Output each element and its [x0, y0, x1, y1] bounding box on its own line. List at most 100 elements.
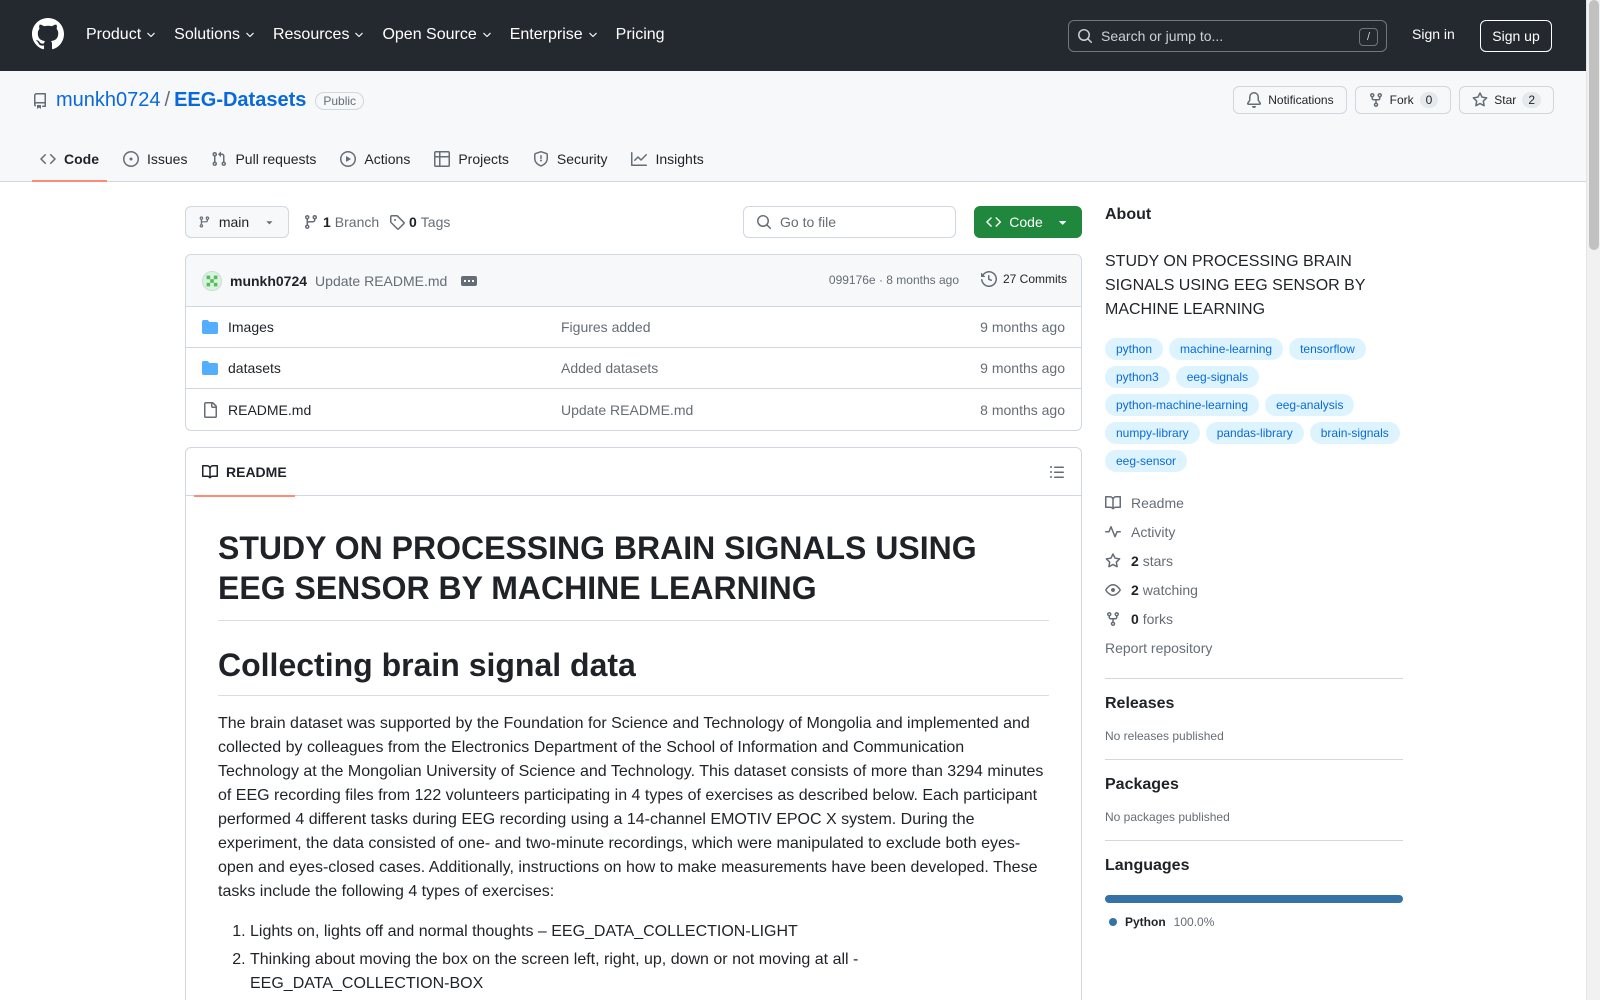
language-item-python[interactable]: Python 100.0%: [1105, 915, 1403, 929]
packages-empty-text: No packages published: [1105, 810, 1230, 824]
file-name-link[interactable]: datasets: [228, 360, 281, 376]
packages-heading[interactable]: Packages: [1105, 776, 1403, 794]
tab-label: Code: [64, 150, 99, 167]
readme-tab[interactable]: README: [194, 448, 295, 497]
github-logo-icon[interactable]: [32, 18, 64, 50]
branch-name: main: [218, 214, 250, 230]
topic-tag[interactable]: numpy-library: [1105, 422, 1200, 444]
commits-history-link[interactable]: 27 Commits: [980, 271, 1067, 287]
go-to-file-input[interactable]: Go to file: [743, 206, 956, 238]
commit-author-link[interactable]: munkh0724: [230, 273, 307, 289]
sign-in-link[interactable]: Sign in: [1412, 26, 1455, 42]
tab-label: Insights: [655, 150, 704, 167]
language-percent: 100.0%: [1173, 915, 1215, 929]
avatar[interactable]: [202, 270, 222, 291]
fork-button[interactable]: Fork 0: [1354, 86, 1452, 114]
table-row[interactable]: Images Figures added 9 months ago: [186, 307, 1081, 348]
file-commit-link[interactable]: Update README.md: [561, 402, 693, 418]
commit-hash-time[interactable]: 099176e · 8 months ago: [829, 273, 959, 287]
about-link-label: Activity: [1131, 523, 1176, 540]
code-button[interactable]: Code: [974, 206, 1082, 238]
about-link-text: 2 stars: [1131, 553, 1173, 569]
tab-label: Issues: [147, 150, 188, 167]
tab-actions[interactable]: Actions: [332, 139, 418, 178]
book-icon: [202, 464, 218, 479]
about-link-label: forks: [1142, 610, 1174, 627]
readme-panel: README STUDY ON PROCESSING BRAIN SIGNALS…: [185, 447, 1082, 1000]
top-nav-label: Product: [86, 26, 142, 43]
tab-label: Actions: [364, 150, 411, 167]
file-age: 9 months ago: [980, 360, 1065, 376]
repo-header: munkh0724 / EEG-Datasets Public Notifica…: [0, 71, 1586, 182]
file-name-link[interactable]: README.md: [228, 402, 311, 418]
branch-count: 1: [323, 214, 331, 230]
about-link-readme[interactable]: Readme: [1105, 488, 1403, 517]
branches-link[interactable]: 1 Branch: [303, 214, 379, 230]
about-link-text: Activity: [1131, 524, 1175, 540]
list-item: Lights on, lights off and normal thought…: [250, 920, 1049, 944]
top-nav: Product Solutions Resources Open Source Ente…: [86, 22, 682, 48]
about-link-label: stars: [1142, 552, 1174, 569]
tab-issues[interactable]: Issues: [115, 139, 195, 178]
topic-tag[interactable]: pandas-library: [1205, 422, 1304, 444]
main-content: main 1 Branch 0 Tags Go to file Code mun…: [185, 206, 1082, 1000]
tab-security[interactable]: Security: [525, 139, 616, 178]
table-of-contents-icon[interactable]: [1049, 464, 1065, 480]
eye-icon: [1105, 583, 1121, 596]
search-input[interactable]: Search or jump to... /: [1068, 20, 1387, 52]
about-link-watching[interactable]: 2 watching: [1105, 575, 1403, 604]
table-icon: [434, 150, 451, 167]
search-icon: [1078, 29, 1093, 44]
branch-selector[interactable]: main: [185, 206, 289, 238]
commit-details-toggle[interactable]: [461, 275, 478, 286]
file-age: 9 months ago: [980, 319, 1065, 335]
topic-tag[interactable]: tensorflow: [1289, 338, 1366, 360]
file-commit-link[interactable]: Figures added: [561, 319, 651, 335]
star-button[interactable]: Star 2: [1459, 86, 1554, 114]
tab-code[interactable]: Code: [32, 139, 107, 182]
top-nav-solutions[interactable]: Solutions: [174, 22, 256, 48]
topic-tag[interactable]: python3: [1105, 366, 1170, 388]
top-nav-product[interactable]: Product: [86, 22, 157, 48]
readme-content: STUDY ON PROCESSING BRAIN SIGNALS USING …: [186, 496, 1081, 996]
about-links: Readme Activity 2 stars 2 watching 0 forks: [1105, 488, 1403, 633]
commit-message-link[interactable]: Update README.md: [315, 273, 447, 289]
file-commit-link[interactable]: Added datasets: [561, 360, 658, 376]
topic-tag[interactable]: eeg-sensor: [1105, 450, 1188, 472]
table-row[interactable]: README.md Update README.md 8 months ago: [186, 389, 1081, 430]
page-scrollbar[interactable]: [1586, 0, 1600, 1000]
tags-link[interactable]: 0 Tags: [389, 214, 450, 230]
fork-icon: [1107, 611, 1119, 626]
code-icon: [40, 153, 56, 164]
topic-tag[interactable]: brain-signals: [1309, 422, 1400, 444]
about-link-activity[interactable]: Activity: [1105, 517, 1403, 546]
repo-name-link[interactable]: EEG-Datasets: [174, 89, 306, 112]
about-link-stars[interactable]: 2 stars: [1105, 546, 1403, 575]
top-nav-pricing[interactable]: Pricing: [616, 22, 665, 48]
repo-owner-link[interactable]: munkh0724: [56, 89, 161, 112]
identicon-icon: [206, 275, 218, 286]
file-name-link[interactable]: Images: [228, 319, 274, 335]
tab-insights[interactable]: Insights: [623, 139, 711, 178]
about-link-forks[interactable]: 0 forks: [1105, 604, 1403, 633]
chevron-down-icon: [482, 32, 491, 38]
notifications-button[interactable]: Notifications: [1233, 86, 1347, 114]
table-row[interactable]: datasets Added datasets 9 months ago: [186, 348, 1081, 389]
visibility-badge: Public: [315, 91, 365, 110]
sign-up-button[interactable]: Sign up: [1480, 20, 1552, 52]
topic-tag[interactable]: python-machine-learning: [1105, 394, 1260, 416]
top-nav-open-source[interactable]: Open Source: [382, 22, 492, 48]
top-nav-enterprise[interactable]: Enterprise: [510, 22, 599, 48]
releases-heading[interactable]: Releases: [1105, 695, 1403, 713]
topic-tag[interactable]: eeg-signals: [1175, 366, 1260, 388]
about-link-count: 2: [1131, 581, 1139, 598]
scrollbar-thumb[interactable]: [1589, 0, 1599, 250]
topic-tag[interactable]: python: [1105, 338, 1164, 360]
tab-projects[interactable]: Projects: [426, 139, 517, 178]
topic-tag[interactable]: machine-learning: [1169, 338, 1284, 360]
tab-pull-requests[interactable]: Pull requests: [203, 139, 324, 178]
topic-tag[interactable]: eeg-analysis: [1265, 394, 1355, 416]
top-nav-resources[interactable]: Resources: [273, 22, 365, 48]
graph-icon: [631, 151, 648, 166]
report-repository-link[interactable]: Report repository: [1105, 633, 1403, 662]
